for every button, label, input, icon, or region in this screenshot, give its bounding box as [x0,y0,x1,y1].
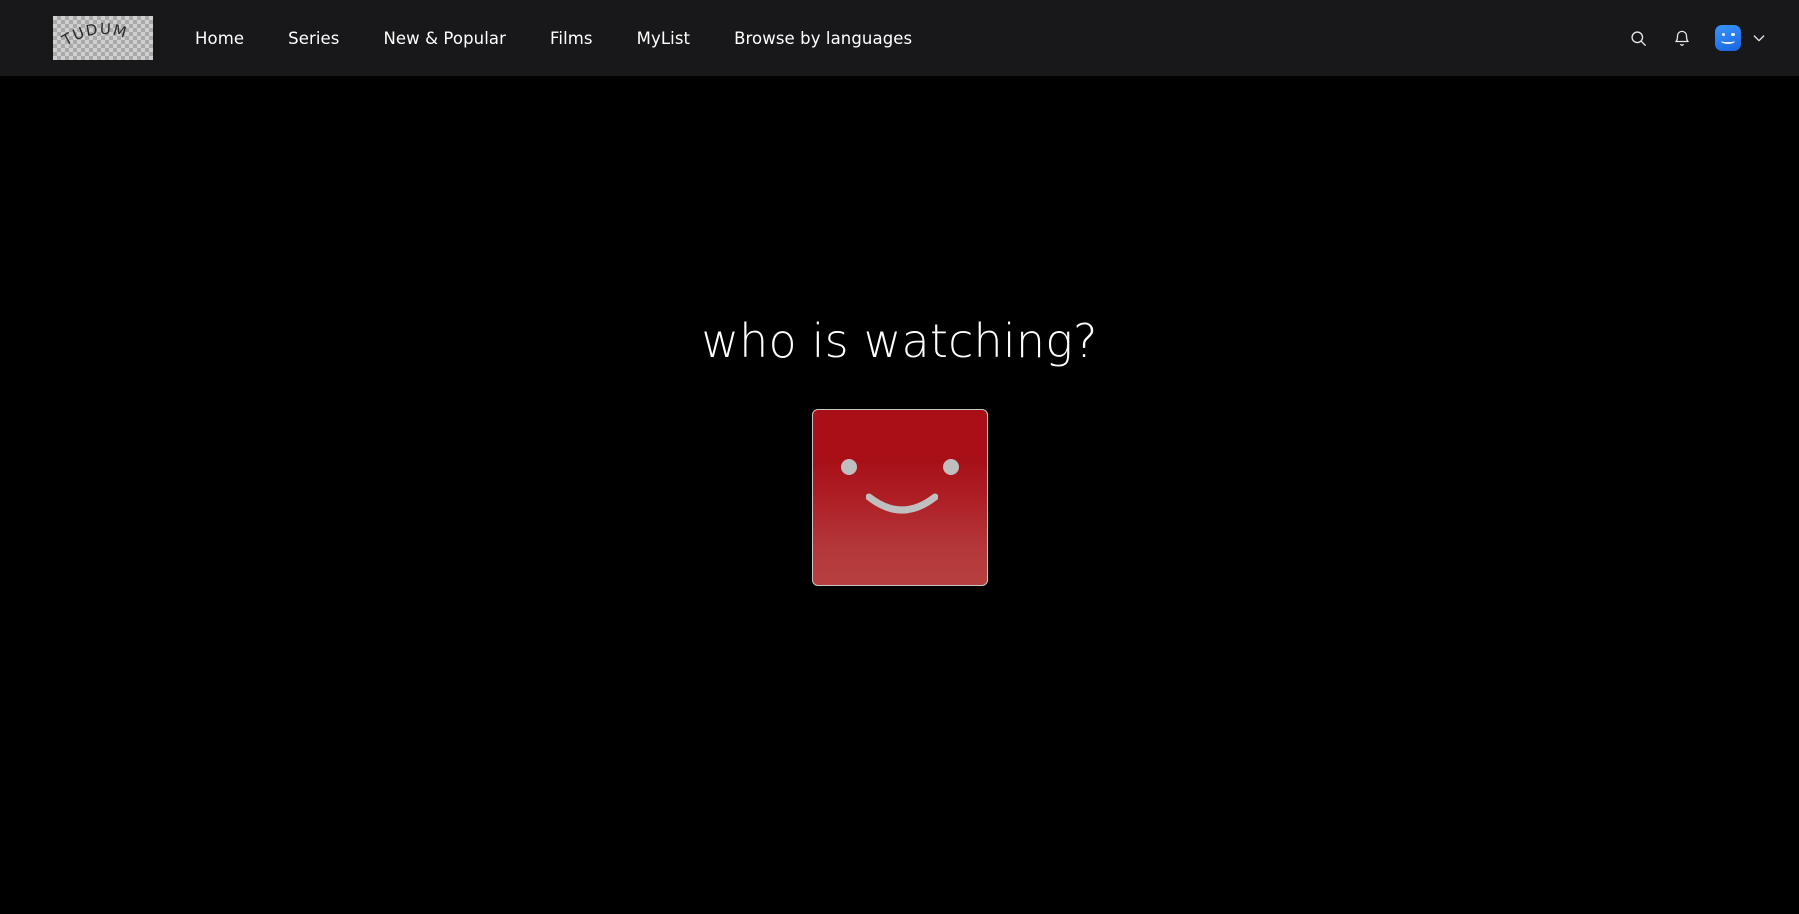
avatar-eye-left [1721,33,1725,37]
page-title: who is watching? [701,314,1098,368]
profile-eye-right [942,459,959,475]
tudum-logo[interactable]: TUDUM [53,16,153,60]
profile-avatar-face [813,410,987,585]
profile-list [0,409,1799,586]
bell-icon[interactable] [1671,27,1693,49]
tudum-logo-text: TUDUM [58,20,130,50]
search-icon[interactable] [1627,27,1649,49]
main-content: who is watching? [0,76,1799,914]
main-nav: Home Series New & Popular Films MyList B… [185,23,934,54]
avatar-eye-right [1731,33,1735,37]
nav-item-series[interactable]: Series [266,23,361,54]
nav-item-films[interactable]: Films [528,23,615,54]
nav-item-home[interactable]: Home [185,23,266,54]
nav-item-browse-by-languages[interactable]: Browse by languages [712,23,934,54]
profile-smile [865,493,938,514]
avatar-smile [1721,38,1735,44]
nav-item-mylist[interactable]: MyList [615,23,712,54]
header-actions [1627,25,1767,51]
nav-item-new-and-popular[interactable]: New & Popular [361,23,528,54]
top-navigation-bar: TUDUM Home Series New & Popular Films My… [0,0,1799,76]
chevron-down-icon[interactable] [1751,30,1767,46]
avatar[interactable] [1715,25,1741,51]
svg-text:TUDUM: TUDUM [58,20,130,50]
profile-menu-button[interactable] [1715,25,1767,51]
profile-eye-left [840,459,857,475]
profile-card[interactable] [811,409,988,586]
